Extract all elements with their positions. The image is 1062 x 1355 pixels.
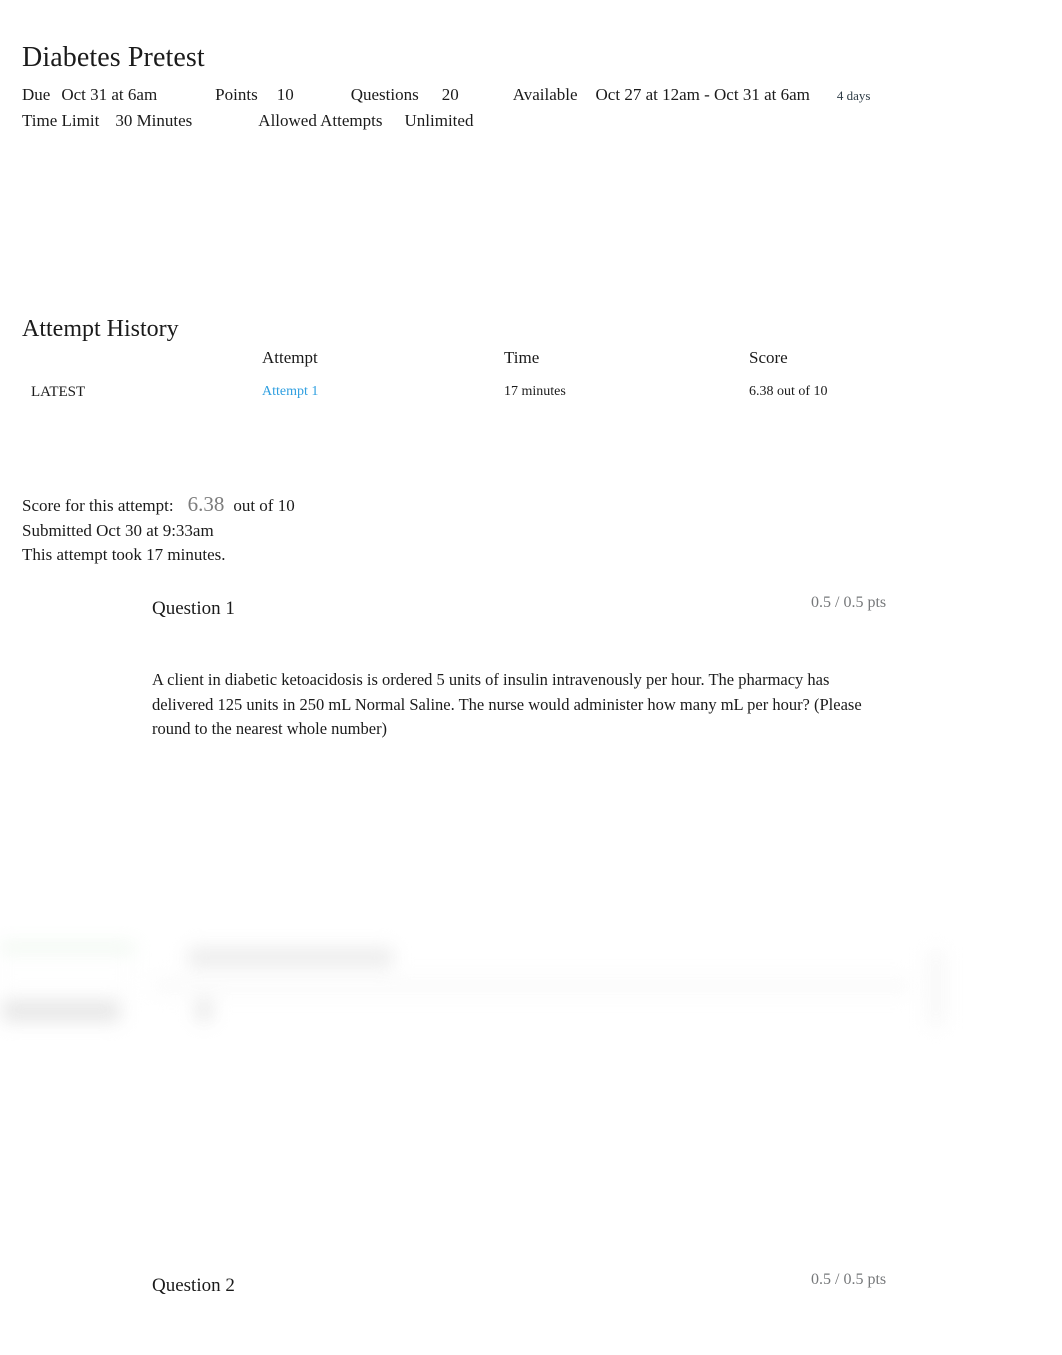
score-value: 6.38: [187, 492, 225, 516]
due-value: Oct 31 at 6am: [61, 85, 158, 104]
table-row: LATEST Attempt 1 17 minutes 6.38 out of …: [22, 382, 942, 412]
table-header-row: Attempt Time Score: [22, 346, 942, 382]
correct-answer-strip: [0, 946, 133, 952]
question-1-title: Question 1: [152, 598, 235, 619]
attempt-duration-line: This attempt took 17 minutes.: [22, 545, 226, 564]
points-label: Points: [215, 85, 258, 104]
questions-label: Questions: [350, 85, 419, 104]
latest-badge: LATEST: [31, 384, 86, 400]
answer-label-redacted: [2, 1001, 120, 1021]
allowed-attempts-value: Unlimited: [404, 111, 474, 130]
attempt-history-heading: Attempt History: [22, 315, 179, 342]
quiz-metadata-row-2: Time Limit 30 Minutes Allowed Attempts U…: [22, 108, 1022, 134]
quiz-metadata-row-1: Due Oct 31 at 6am Points 10 Questions 20…: [22, 82, 1022, 108]
points-value: 10: [276, 85, 294, 104]
question-2-header: Question 2 0.5 / 0.5 pts: [0, 1269, 1062, 1303]
score-summary: Score for this attempt: 6.38 out of 10 S…: [22, 492, 295, 568]
question-1-block: Question 1 0.5 / 0.5 pts A client in dia…: [0, 592, 1062, 738]
question-1-header: Question 1 0.5 / 0.5 pts: [0, 592, 1062, 626]
column-header-time: Time: [504, 348, 540, 367]
attempt-history-table: Attempt Time Score LATEST Attempt 1 17 m…: [22, 346, 942, 412]
column-header-attempt: Attempt: [262, 348, 318, 367]
column-header-score: Score: [749, 348, 788, 367]
questions-value: 20: [441, 85, 459, 104]
attempt-1-link[interactable]: Attempt 1: [262, 384, 318, 399]
submitted-line: Submitted Oct 30 at 9:33am: [22, 520, 214, 540]
available-label: Available: [512, 85, 578, 104]
quiz-metadata: Due Oct 31 at 6am Points 10 Questions 20…: [22, 82, 1022, 134]
answer-value-redacted: [197, 1000, 211, 1020]
question-1-text: A client in diabetic ketoacidosis is ord…: [152, 670, 862, 738]
question-2-title: Question 2: [152, 1275, 235, 1296]
question-2-points: 0.5 / 0.5 pts: [811, 1271, 887, 1288]
available-value: Oct 27 at 12am - Oct 31 at 6am: [595, 85, 810, 104]
time-limit-value: 30 Minutes: [115, 111, 193, 130]
attempt-time-cell: 17 minutes: [504, 384, 566, 399]
quiz-results-page: Diabetes Pretest Due Oct 31 at 6am Point…: [0, 0, 1062, 1355]
attempt-score-cell: 6.38 out of 10: [749, 384, 828, 399]
score-for-attempt-line: Score for this attempt: 6.38 out of 10: [22, 492, 295, 519]
question-2-block: Question 2 0.5 / 0.5 pts: [0, 1269, 1062, 1303]
score-label: Score for this attempt:: [22, 496, 174, 515]
answer-right-edge: [928, 950, 944, 1026]
answer-row-divider: [152, 978, 912, 994]
attempt-cell: Attempt 1: [262, 382, 504, 412]
allowed-attempts-label: Allowed Attempts: [258, 111, 383, 130]
available-duration: 4 days: [836, 88, 871, 103]
redacted-answer-block: [0, 946, 952, 1030]
score-out-of: out of 10: [233, 496, 295, 515]
answer-field-redacted: [188, 948, 393, 967]
time-limit-label: Time Limit: [22, 111, 100, 130]
due-label: Due: [22, 85, 51, 104]
page-title: Diabetes Pretest: [22, 41, 205, 73]
question-1-points: 0.5 / 0.5 pts: [811, 594, 887, 611]
answer-card: [0, 950, 130, 992]
column-header-flag: [22, 346, 262, 382]
attempt-latest-flag: LATEST: [22, 382, 262, 412]
